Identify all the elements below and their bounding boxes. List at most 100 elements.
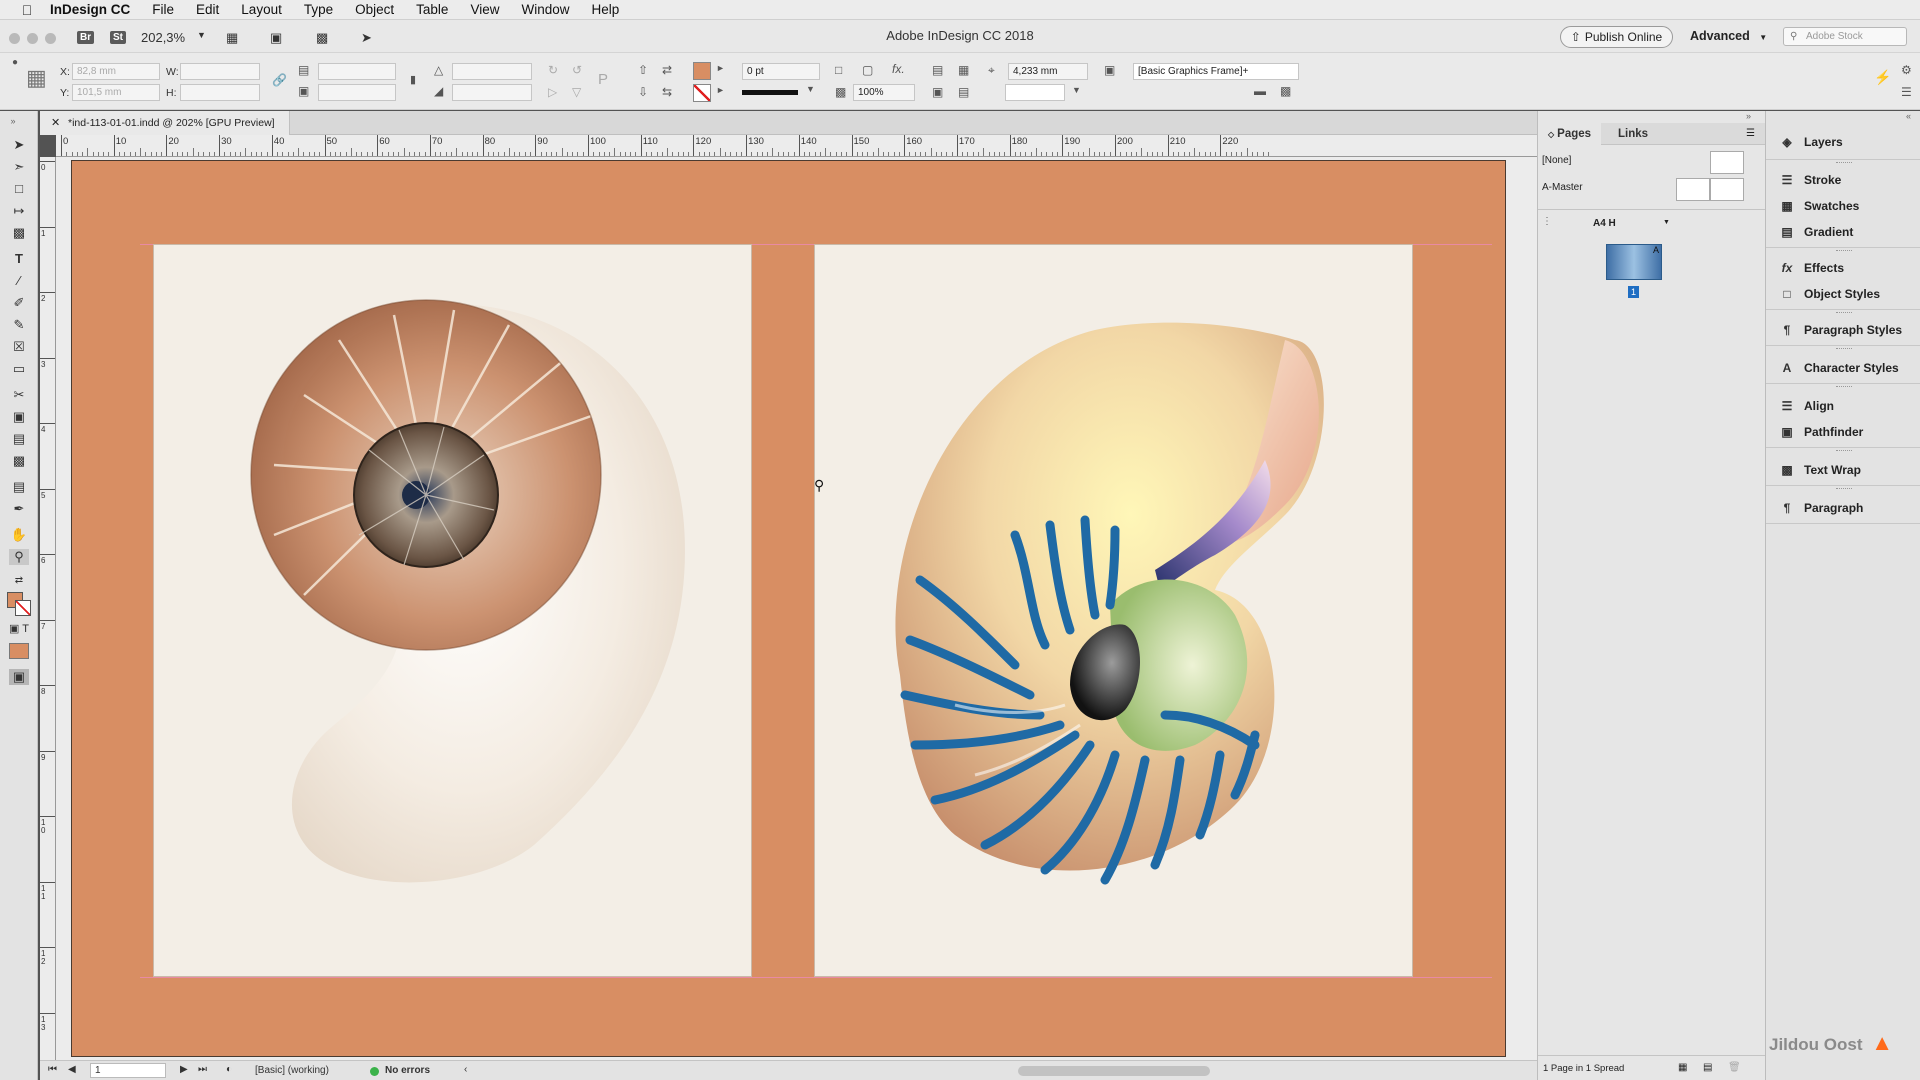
screen-mode-icon[interactable]: ▣ bbox=[270, 30, 282, 46]
workspace-switcher[interactable]: Advanced ▼ bbox=[1690, 29, 1767, 43]
fit-frame-icon[interactable]: ▤ bbox=[958, 85, 969, 99]
chevron-down-icon[interactable]: ▼ bbox=[197, 30, 206, 40]
offset-field[interactable]: 4,233 mm bbox=[1008, 63, 1088, 80]
stock-button[interactable]: St bbox=[110, 28, 126, 44]
zoom-tool-icon[interactable]: ⚲ bbox=[9, 549, 29, 565]
page-tool-icon[interactable]: □ bbox=[9, 181, 29, 197]
gradient-feather-tool-icon[interactable]: ▩ bbox=[9, 453, 29, 469]
drop-shadow-icon[interactable]: □ bbox=[835, 63, 842, 77]
horizontal-ruler[interactable]: 0 10 20 30 40 50 60 70 80 90 100 110 120 130 140 150 160… bbox=[56, 135, 1537, 157]
dock-pathfinder[interactable]: ▣ Pathfinder bbox=[1778, 421, 1863, 443]
content-collector-icon[interactable]: ▩ bbox=[9, 225, 29, 241]
flip-vertical-icon[interactable]: ▽ bbox=[572, 85, 581, 99]
fill-swatch[interactable] bbox=[693, 62, 711, 80]
opacity-field[interactable]: 100% bbox=[853, 84, 915, 101]
drag-handle[interactable] bbox=[1836, 450, 1852, 452]
select-content-icon[interactable]: ⇩ bbox=[638, 85, 648, 99]
clear-override-icon[interactable]: ▬ bbox=[1254, 84, 1266, 98]
master-a[interactable]: A-Master bbox=[1542, 182, 1583, 193]
hand-tool-icon[interactable]: ✋ bbox=[9, 527, 29, 543]
menu-file[interactable]: File bbox=[152, 2, 174, 17]
master-a-right-thumbnail[interactable] bbox=[1710, 178, 1744, 201]
nautilus-illustration-frame[interactable] bbox=[814, 244, 1413, 977]
chevron-down-icon[interactable]: ▼ bbox=[1663, 219, 1670, 226]
line-tool-icon[interactable]: ∕ bbox=[9, 273, 29, 289]
menu-table[interactable]: Table bbox=[416, 2, 448, 17]
preflight-profile[interactable]: [Basic] (working) bbox=[255, 1065, 329, 1076]
stroke-swatch[interactable] bbox=[693, 84, 711, 102]
pasteboard[interactable]: ⚲ bbox=[56, 157, 1585, 1060]
rotate-cw-icon[interactable]: ↻ bbox=[548, 63, 558, 77]
dock-gradient[interactable]: ▤ Gradient bbox=[1778, 221, 1853, 243]
adobe-stock-search-input[interactable]: ⚲ Adobe Stock bbox=[1783, 27, 1907, 46]
page-1-number[interactable]: 1 bbox=[1628, 286, 1639, 298]
fx-icon[interactable]: fx. bbox=[892, 62, 905, 76]
master-none-thumbnail[interactable] bbox=[1710, 151, 1744, 174]
menu-view[interactable]: View bbox=[470, 2, 499, 17]
stroke-weight-field[interactable]: 0 pt bbox=[742, 63, 820, 80]
panel-menu-icon[interactable]: ☰ bbox=[1901, 85, 1912, 99]
flip-horizontal-icon[interactable]: ▷ bbox=[548, 85, 557, 99]
constrain-proportions-icon[interactable]: 🔗 bbox=[272, 73, 287, 87]
pencil-tool-icon[interactable]: ✎ bbox=[9, 317, 29, 333]
screen-mode-icon[interactable]: ▣ bbox=[9, 669, 29, 685]
formatting-container-icon[interactable]: ▣ T bbox=[9, 621, 29, 637]
delete-page-icon[interactable]: 🗑 bbox=[1728, 1062, 1741, 1073]
stroke-align-inside-icon[interactable]: ▦ bbox=[958, 63, 969, 77]
apply-color-button[interactable] bbox=[9, 643, 29, 659]
zoom-window-button[interactable] bbox=[45, 33, 56, 44]
x-position-field[interactable]: 82,8 mm bbox=[72, 63, 160, 80]
swap-fill-stroke-icon[interactable]: ⇄ bbox=[9, 573, 29, 589]
previous-page-icon[interactable]: ◀ bbox=[68, 1064, 76, 1075]
rotate-ccw-icon[interactable]: ↺ bbox=[572, 63, 582, 77]
select-next-icon[interactable]: ⇆ bbox=[662, 85, 672, 99]
pen-tool-icon[interactable]: ✐ bbox=[9, 295, 29, 311]
type-tool-icon[interactable]: T bbox=[9, 251, 29, 267]
scissors-tool-icon[interactable]: ✂ bbox=[9, 387, 29, 403]
dock-effects[interactable]: fx Effects bbox=[1778, 257, 1844, 279]
close-icon[interactable]: ● bbox=[12, 57, 18, 68]
settings-icon[interactable]: ⚙ bbox=[1901, 63, 1912, 77]
zoom-level-field[interactable]: 202,3% bbox=[141, 30, 185, 45]
vertical-ruler[interactable]: 0 1 2 3 4 5 6 7 8 9 10 11 12 13 bbox=[40, 157, 56, 1060]
quick-apply-lightning-icon[interactable]: ⚡ bbox=[1874, 69, 1891, 86]
dock-paragraph-styles[interactable]: ¶ Paragraph Styles bbox=[1778, 319, 1902, 341]
close-window-button[interactable] bbox=[9, 33, 20, 44]
collapse-icon[interactable]: » bbox=[3, 113, 23, 129]
chevron-right-icon[interactable]: ► bbox=[716, 63, 725, 73]
horizontal-scrollbar-thumb[interactable] bbox=[1018, 1066, 1210, 1076]
gradient-swatch-tool-icon[interactable]: ▤ bbox=[9, 431, 29, 447]
document-spread[interactable]: ⚲ bbox=[71, 160, 1506, 1057]
stroke-color-box[interactable] bbox=[15, 600, 31, 616]
note-tool-icon[interactable]: ▤ bbox=[9, 479, 29, 495]
last-page-icon[interactable]: ⏭ bbox=[198, 1064, 207, 1075]
edit-page-size-icon[interactable]: ▦ bbox=[1678, 1062, 1687, 1073]
tab-pages[interactable]: ◇ Pages bbox=[1538, 123, 1602, 145]
dock-stroke[interactable]: ☰ Stroke bbox=[1778, 169, 1842, 191]
new-page-icon[interactable]: ▤ bbox=[1703, 1062, 1712, 1073]
collapse-panel-icon[interactable]: » bbox=[1746, 111, 1751, 121]
master-a-left-thumbnail[interactable] bbox=[1676, 178, 1710, 201]
frame-icon[interactable]: ▢ bbox=[862, 63, 873, 77]
app-menu[interactable]: InDesign CC bbox=[50, 2, 130, 17]
menu-window[interactable]: Window bbox=[521, 2, 569, 17]
arrange-documents-icon[interactable]: ▩ bbox=[316, 30, 328, 46]
view-options-icon[interactable]: ▦ bbox=[226, 30, 238, 46]
page-1-thumbnail[interactable]: A bbox=[1606, 244, 1662, 280]
first-page-icon[interactable]: ⏮ bbox=[48, 1064, 57, 1075]
free-transform-tool-icon[interactable]: ▣ bbox=[9, 409, 29, 425]
publish-online-button[interactable]: ⇧ Publish Online bbox=[1560, 26, 1673, 48]
scale-x-field[interactable] bbox=[318, 63, 396, 80]
menu-edit[interactable]: Edit bbox=[196, 2, 219, 17]
corner-field[interactable] bbox=[1005, 84, 1065, 101]
dock-layers[interactable]: ◈ Layers bbox=[1778, 131, 1842, 153]
menu-layout[interactable]: Layout bbox=[241, 2, 282, 17]
rectangle-frame-tool-icon[interactable]: ☒ bbox=[9, 339, 29, 355]
width-field[interactable] bbox=[180, 63, 260, 80]
dock-swatches[interactable]: ▦ Swatches bbox=[1778, 195, 1859, 217]
collapse-dock-icon[interactable]: « bbox=[1906, 111, 1911, 121]
menu-type[interactable]: Type bbox=[304, 2, 333, 17]
drag-handle[interactable] bbox=[1836, 348, 1852, 350]
preflight-status[interactable]: No errors bbox=[385, 1065, 430, 1076]
close-tab-icon[interactable]: ✕ bbox=[51, 111, 60, 135]
